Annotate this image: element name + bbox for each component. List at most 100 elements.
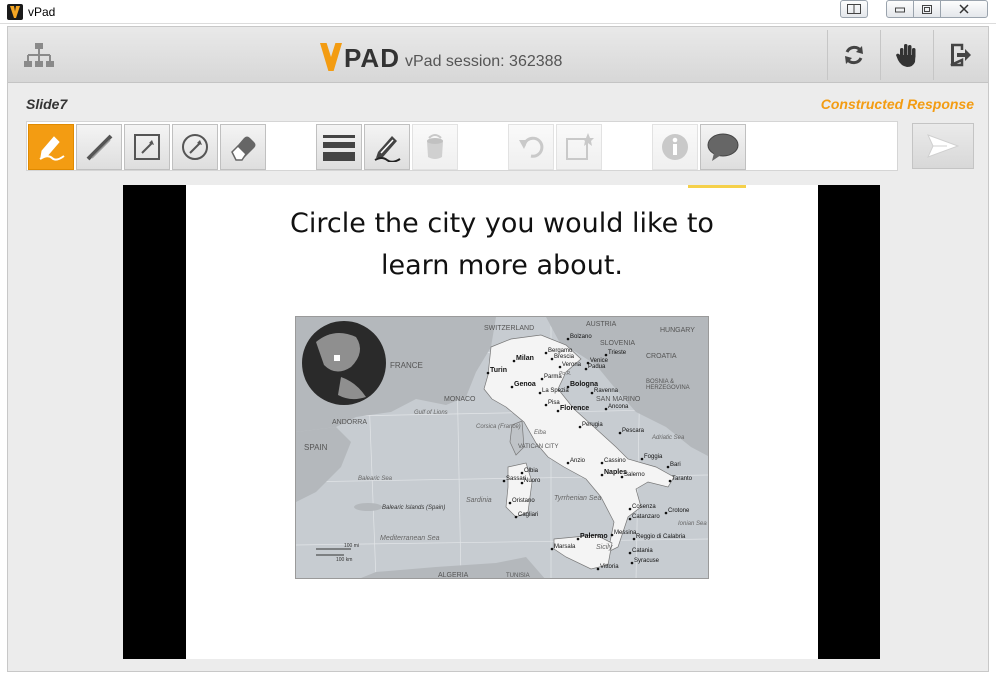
city-label-parma: Parma (544, 374, 562, 380)
map-label-france: FRANCE (390, 361, 423, 370)
city-label-bolzano: Bolzano (570, 334, 592, 340)
city-dot-syracuse (630, 561, 634, 565)
network-icon[interactable] (24, 41, 54, 71)
window-title: vPad (28, 5, 56, 19)
map-label-hungary: HUNGARY (660, 327, 695, 334)
line-tool-button[interactable] (76, 124, 122, 170)
logo-text: PAD (344, 43, 400, 73)
highlight-stroke (688, 185, 746, 188)
logo-v-mark (320, 43, 342, 71)
city-dot-pisa (544, 403, 548, 407)
info-icon (662, 134, 688, 160)
map-graphic: SWITZERLAND AUSTRIA HUNGARY SLOVENIA CRO… (296, 317, 708, 579)
city-label-bari: Bari (670, 462, 681, 468)
eraser-icon (231, 136, 256, 161)
map-label-sicily: Sicily (596, 544, 613, 551)
city-dot-ravenna (590, 391, 594, 395)
send-icon (927, 134, 959, 158)
city-label-messina: Messina (614, 530, 637, 536)
city-dot-padua (584, 367, 588, 371)
city-dot-bolzano (566, 337, 570, 341)
city-label-perugia: Perugia (582, 422, 603, 428)
rectangle-icon (134, 134, 160, 160)
city-label-verona: Verona (562, 362, 582, 368)
comment-tool-button[interactable] (700, 124, 746, 170)
slide-title-line2: learn more about. (381, 250, 623, 281)
city-dot-verona (558, 365, 562, 369)
slide-name: Slide7 (26, 96, 68, 112)
city-dot-florence (556, 409, 560, 413)
city-label-la-spezia: La Spezia (542, 388, 569, 394)
map-label-ionian-sea: Ionian Sea (678, 521, 707, 527)
pencil-icon (374, 136, 401, 162)
city-label-pisa: Pisa (548, 400, 560, 406)
city-label-padua: Padua (588, 364, 606, 370)
city-dot-marsala (550, 547, 554, 551)
city-dot-parma (540, 377, 544, 381)
city-dot-sassari (502, 479, 506, 483)
send-button[interactable] (912, 123, 974, 169)
refresh-button[interactable] (827, 30, 879, 80)
map-label-andorra: ANDORRA (332, 419, 367, 426)
map-label-herzegovina: HERZEGOVINA (646, 385, 690, 391)
session-label: vPad session: 362388 (405, 53, 563, 70)
ellipse-tool-button[interactable] (172, 124, 218, 170)
undo-tool-button[interactable] (508, 124, 554, 170)
response-type-label: Constructed Response (820, 96, 974, 112)
city-dot-crotone (664, 511, 668, 515)
map-scale-mi: 100 mi (344, 543, 359, 549)
map-label-switzerland: SWITZERLAND (484, 325, 534, 332)
rectangle-tool-button[interactable] (124, 124, 170, 170)
exit-button[interactable] (933, 30, 985, 80)
map-scale-km: 100 km (336, 557, 352, 563)
map-label-algeria: ALGERIA (438, 572, 469, 579)
map-label-corsica: Corsica (France) (476, 424, 521, 430)
map-label-balearic-islands: Balearic Islands (Spain) (382, 505, 445, 511)
city-label-oristano: Oristano (512, 498, 535, 504)
city-label-cagliari: Cagliari (518, 512, 538, 518)
eraser-tool-button[interactable] (220, 124, 266, 170)
city-dot-cassino (600, 461, 604, 465)
maximize-button[interactable] (913, 0, 941, 18)
city-dot-salerno (620, 475, 624, 479)
pencil-color-tool-button[interactable] (364, 124, 410, 170)
city-dot-la-spezia (538, 391, 542, 395)
line-width-icon (323, 135, 355, 161)
city-label-turin: Turin (490, 367, 507, 374)
city-label-syracuse: Syracuse (634, 558, 660, 564)
city-dot-taranto (668, 479, 672, 483)
speech-bubble-icon (707, 133, 739, 161)
city-label-anzio: Anzio (570, 458, 586, 464)
close-button[interactable] (940, 0, 988, 18)
city-label-trieste: Trieste (608, 350, 627, 356)
clear-page-icon (566, 133, 594, 160)
info-tool-button[interactable] (652, 124, 698, 170)
window-titlebar: vPad (0, 0, 996, 24)
city-label-olbia: Olbia (524, 468, 539, 474)
fill-bucket-tool-button[interactable] (412, 124, 458, 170)
clear-tool-button[interactable] (556, 124, 602, 170)
line-width-tool-button[interactable] (316, 124, 362, 170)
city-label-florence: Florence (560, 405, 589, 412)
map-label-vatican: VATICAN CITY (518, 444, 558, 450)
city-dot-foggia (640, 457, 644, 461)
map-label-elba: Elba (534, 430, 547, 436)
city-dot-cagliari (514, 515, 518, 519)
minimize-button[interactable] (886, 0, 914, 18)
snap-icon (847, 4, 861, 14)
city-label-cosenza: Cosenza (632, 504, 656, 510)
city-dot-milan (512, 359, 516, 363)
city-label-marsala: Marsala (554, 544, 576, 550)
italy-map[interactable]: SWITZERLAND AUSTRIA HUNGARY SLOVENIA CRO… (295, 316, 709, 579)
pen-tool-button[interactable] (28, 124, 74, 170)
raise-hand-button[interactable] (880, 30, 932, 80)
pen-icon (39, 136, 65, 161)
minimize-icon (895, 7, 905, 13)
city-dot-brescia (550, 357, 554, 361)
city-label-ancona: Ancona (608, 404, 629, 410)
map-label-slovenia: SLOVENIA (600, 340, 635, 347)
city-label-crotone: Crotone (668, 508, 690, 514)
city-label-foggia: Foggia (644, 454, 663, 460)
city-dot-catanzaro (628, 517, 632, 521)
snap-layout-button[interactable] (840, 0, 868, 18)
